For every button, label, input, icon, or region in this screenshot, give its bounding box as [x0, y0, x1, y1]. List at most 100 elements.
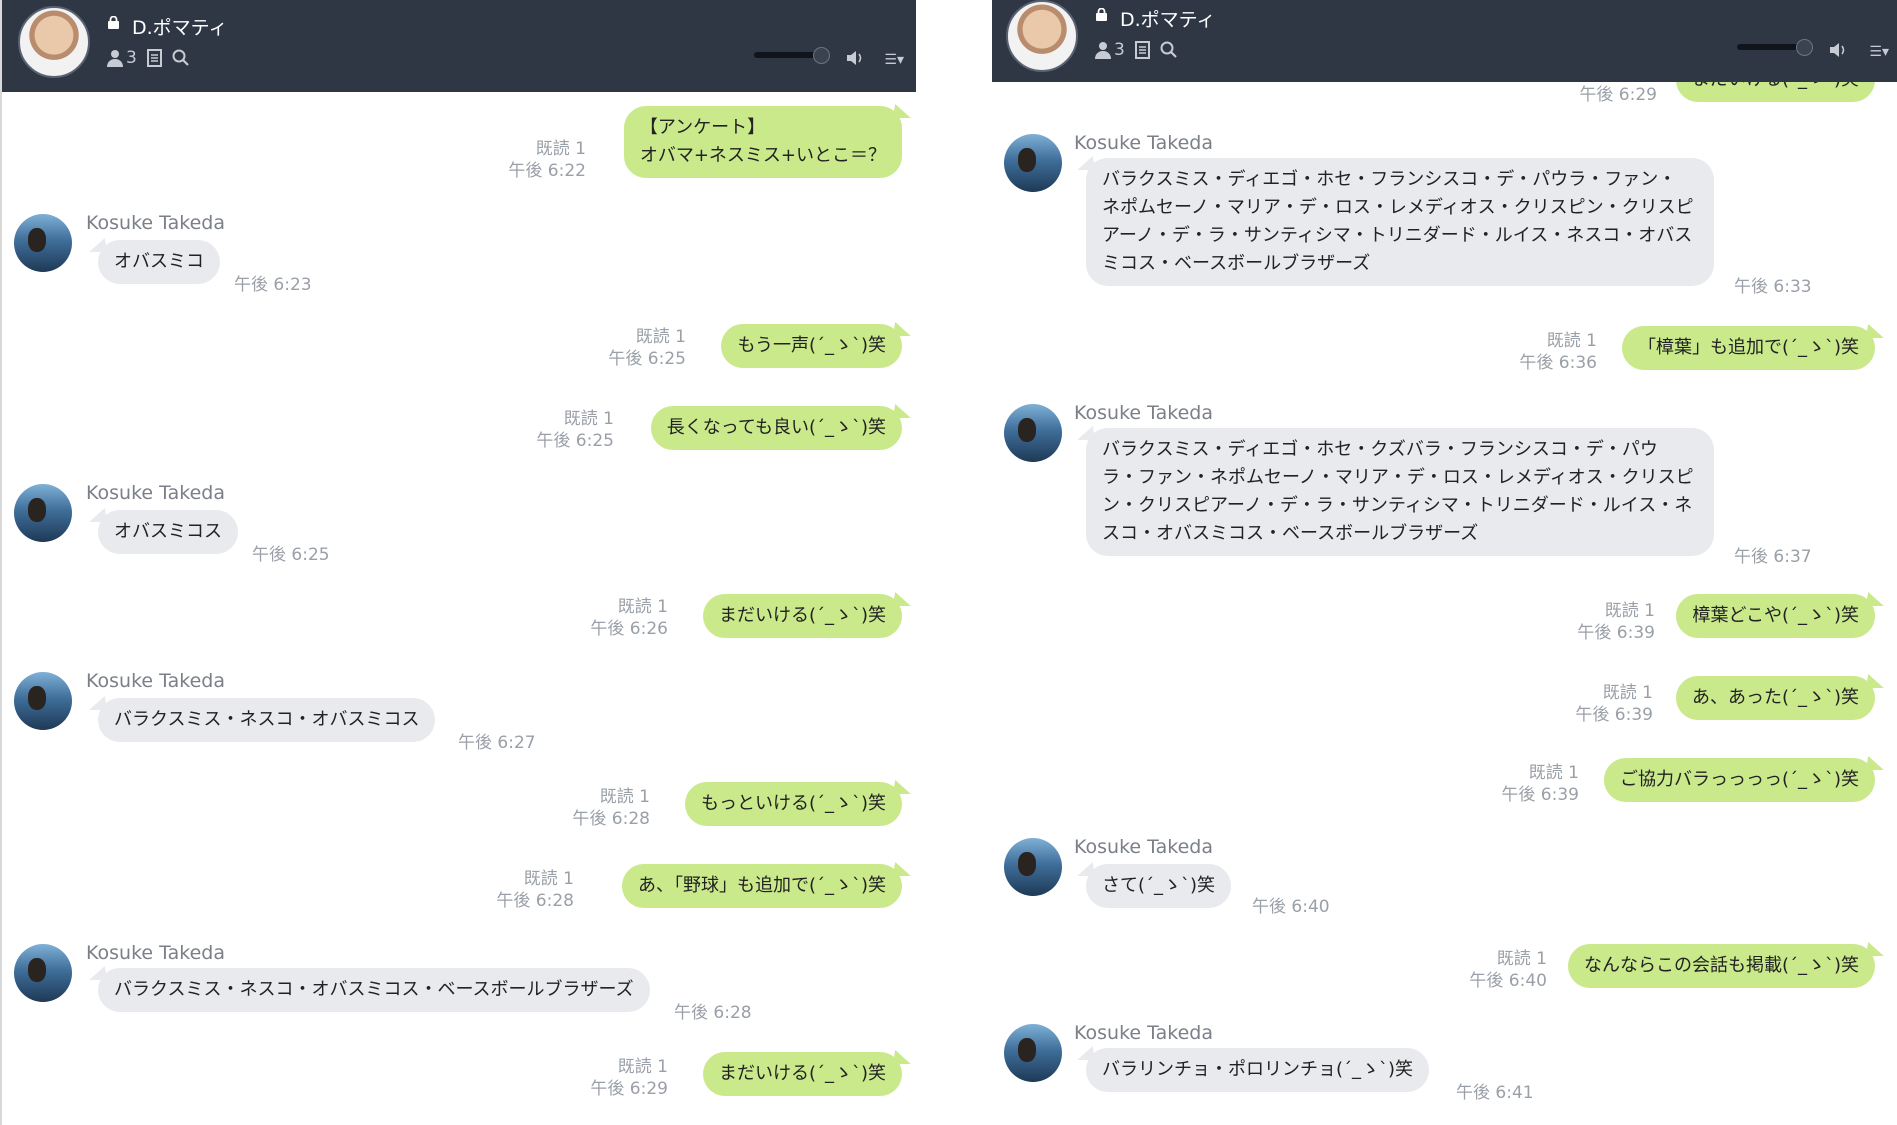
message-bubble-out[interactable]: あ、「野球」も追加で(´_ゝ`)笑 — [621, 864, 902, 908]
message-time: 午後 6:40 — [1252, 897, 1330, 917]
read-receipt: 既読 1 — [535, 139, 586, 159]
search-icon[interactable] — [172, 49, 190, 67]
message-time: 午後 6:22 — [508, 161, 586, 181]
menu-icon[interactable]: ☰▾ — [884, 52, 904, 68]
message-time: 午後 6:39 — [1577, 623, 1655, 643]
message-bubble-out[interactable]: もっといける(´_ゝ`)笑 — [684, 782, 902, 826]
member-count[interactable]: 3 — [126, 48, 137, 68]
read-receipt: 既読 1 — [563, 409, 614, 429]
sender-name: Kosuke Takeda — [86, 482, 225, 504]
read-receipt: 既読 1 — [617, 597, 668, 617]
message-meta: 既読 1 午後 6:25 — [536, 408, 614, 452]
message-bubble-out[interactable]: なんならこの会話も掲載(´_ゝ`)笑 — [1567, 944, 1875, 988]
lock-icon — [108, 16, 119, 29]
message-bubble-in[interactable]: バラクスミス・ネスコ・オバスミコス — [98, 698, 436, 742]
message-time: 午後 6:29 — [590, 1079, 668, 1099]
members-icon[interactable] — [1094, 41, 1112, 59]
message-bubble-out[interactable]: 【アンケート】 オバマ+ネスミス+いとこ＝？ — [623, 106, 902, 178]
message-time: 午後 6:39 — [1501, 785, 1579, 805]
volume-knob[interactable] — [1796, 39, 1813, 56]
message-time: 午後 6:28 — [496, 891, 574, 911]
group-avatar[interactable] — [1006, 0, 1078, 72]
message-bubble-out[interactable]: まだいける(´_ゝ`)笑 — [702, 1052, 902, 1096]
sender-name: Kosuke Takeda — [1074, 402, 1213, 424]
message-time: 午後 6:41 — [1456, 1083, 1534, 1103]
message-time: 午後 6:25 — [536, 431, 614, 451]
message-time: 午後 6:28 — [572, 809, 650, 829]
chat-window-right: 午後 6:29 まだいける(´_ゝ`)笑 Kosuke Takeda バラクスミ… — [992, 0, 1897, 1125]
volume-knob[interactable] — [813, 47, 830, 64]
avatar[interactable] — [14, 484, 72, 542]
sender-name: Kosuke Takeda — [1074, 836, 1213, 858]
message-bubble-out[interactable]: もう一声(´_ゝ`)笑 — [721, 324, 902, 368]
message-time: 午後 6:33 — [1734, 277, 1812, 297]
message-bubble-in[interactable]: さて(´_ゝ`)笑 — [1086, 864, 1232, 908]
message-bubble-out[interactable]: 「樟葉」も追加で(´_ゝ`)笑 — [1621, 326, 1875, 370]
message-meta: 既読 1 午後 6:39 — [1577, 600, 1655, 644]
chat-window-left: D.ポマティ 3 ☰▾ 既読 1 午後 6:22 【アンケート】 オバマ+ネスミ… — [0, 0, 916, 1125]
avatar[interactable] — [14, 672, 72, 730]
message-bubble-in[interactable]: バラクスミス・ディエゴ・ホセ・クズバラ・フランシスコ・デ・パウ ラ・ファン・ネポ… — [1086, 428, 1714, 556]
search-icon[interactable] — [1160, 41, 1178, 59]
avatar[interactable] — [14, 214, 72, 272]
message-bubble-out[interactable]: 長くなっても良い(´_ゝ`)笑 — [650, 406, 902, 450]
message-bubble-in[interactable]: バラクスミス・ネスコ・オバスミコス・ベースボールブラザーズ — [98, 968, 650, 1012]
message-bubble-in[interactable]: オバスミコ — [98, 240, 220, 284]
sender-name: Kosuke Takeda — [86, 670, 225, 692]
message-time: 午後 6:25 — [608, 349, 686, 369]
chat-header: D.ポマティ 3 ☰▾ — [992, 0, 1897, 82]
message-meta: 既読 1 午後 6:39 — [1575, 682, 1653, 726]
message-time: 午後 6:26 — [590, 619, 668, 639]
message-time: 午後 6:27 — [458, 733, 536, 753]
message-meta: 既読 1 午後 6:25 — [608, 326, 686, 370]
message-time: 午後 6:29 — [1579, 85, 1657, 105]
member-count[interactable]: 3 — [1114, 40, 1125, 60]
message-meta: 既読 1 午後 6:28 — [572, 786, 650, 830]
message-time: 午後 6:36 — [1519, 353, 1597, 373]
message-time: 午後 6:25 — [252, 545, 330, 565]
message-time: 午後 6:28 — [674, 1003, 752, 1023]
message-bubble-in[interactable]: バラリンチョ・ポロリンチョ(´_ゝ`)笑 — [1086, 1048, 1430, 1092]
read-receipt: 既読 1 — [1602, 683, 1653, 703]
message-time: 午後 6:37 — [1734, 547, 1812, 567]
read-receipt: 既読 1 — [599, 787, 650, 807]
message-bubble-in[interactable]: オバスミコス — [98, 510, 238, 554]
chat-title: D.ポマティ — [1120, 9, 1216, 31]
read-receipt: 既読 1 — [1528, 763, 1579, 783]
message-meta: 既読 1 午後 6:39 — [1501, 762, 1579, 806]
message-bubble-out[interactable]: ご協力バラっっっっ(´_ゝ`)笑 — [1603, 758, 1875, 802]
avatar[interactable] — [14, 944, 72, 1002]
group-avatar[interactable] — [18, 6, 90, 78]
message-meta: 既読 1 午後 6:22 — [508, 138, 586, 182]
message-bubble-out[interactable]: あ、あった(´_ゝ`)笑 — [1675, 676, 1875, 720]
message-meta: 既読 1 午後 6:36 — [1519, 330, 1597, 374]
volume-icon[interactable] — [1829, 42, 1847, 58]
volume-slider[interactable] — [1737, 39, 1813, 56]
message-bubble-in[interactable]: バラクスミス・ディエゴ・ホセ・フランシスコ・デ・パウラ・ファン・ ネポムセーノ・… — [1086, 158, 1714, 286]
read-receipt: 既読 1 — [617, 1057, 668, 1077]
notes-icon[interactable] — [1134, 41, 1150, 59]
message-meta: 既読 1 午後 6:28 — [496, 868, 574, 912]
avatar[interactable] — [1004, 838, 1062, 896]
chat-title: D.ポマティ — [132, 17, 228, 39]
message-bubble-out[interactable]: 樟葉どこや(´_ゝ`)笑 — [1676, 594, 1875, 638]
volume-icon[interactable] — [846, 50, 864, 66]
message-meta: 既読 1 午後 6:26 — [590, 596, 668, 640]
message-time: 午後 6:23 — [234, 275, 312, 295]
sender-name: Kosuke Takeda — [1074, 1022, 1213, 1044]
sender-name: Kosuke Takeda — [86, 212, 225, 234]
message-time: 午後 6:39 — [1575, 705, 1653, 725]
avatar[interactable] — [1004, 404, 1062, 462]
avatar[interactable] — [1004, 1024, 1062, 1082]
avatar[interactable] — [1004, 134, 1062, 192]
volume-slider[interactable] — [754, 47, 830, 64]
read-receipt: 既読 1 — [1546, 331, 1597, 351]
lock-icon — [1096, 8, 1107, 21]
read-receipt: 既読 1 — [635, 327, 686, 347]
read-receipt: 既読 1 — [1496, 949, 1547, 969]
notes-icon[interactable] — [146, 49, 162, 67]
message-time: 午後 6:40 — [1469, 971, 1547, 991]
menu-icon[interactable]: ☰▾ — [1869, 44, 1889, 60]
message-bubble-out[interactable]: まだいける(´_ゝ`)笑 — [702, 594, 902, 638]
members-icon[interactable] — [106, 49, 124, 67]
